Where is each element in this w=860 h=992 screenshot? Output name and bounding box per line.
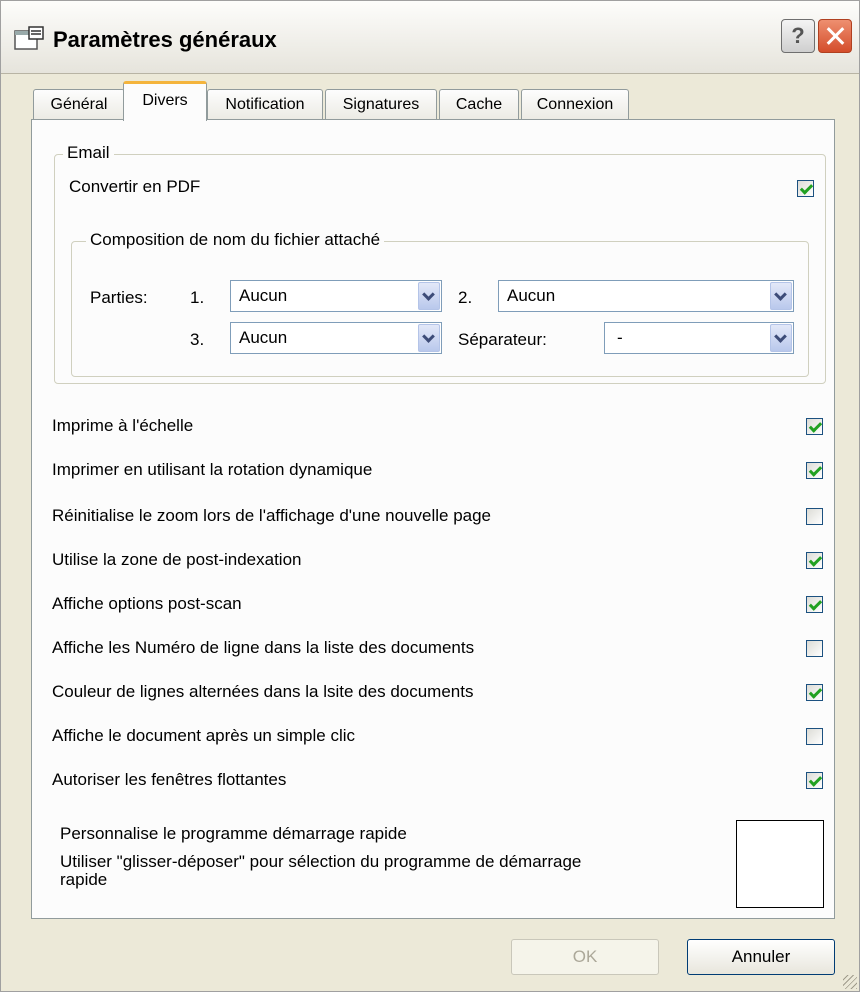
title-bar[interactable]: Paramètres généraux ?	[1, 1, 859, 74]
ok-button[interactable]: OK	[511, 939, 659, 975]
tab-general[interactable]: Général	[33, 89, 125, 119]
option-label: Affiche options post-scan	[52, 594, 242, 613]
part-2-select[interactable]: Aucun	[498, 280, 794, 312]
option-label: Utilise la zone de post-indexation	[52, 550, 302, 569]
tab-divers[interactable]: Divers	[123, 81, 207, 121]
option-label: Réinitialise le zoom lors de l'affichage…	[52, 506, 492, 525]
resize-grip[interactable]	[843, 975, 857, 989]
option-checkbox[interactable]	[806, 728, 823, 745]
option-label: Affiche les Numéro de ligne dans la list…	[52, 638, 475, 657]
chevron-down-icon[interactable]	[418, 324, 440, 352]
option-checkbox[interactable]	[806, 418, 823, 435]
option-checkbox[interactable]	[806, 684, 823, 701]
quick-launch-desc-cont: rapide	[60, 870, 108, 889]
parts-label: Parties:	[90, 288, 148, 307]
composition-groupbox: Composition de nom du fichier attaché Pa…	[71, 230, 809, 377]
help-button[interactable]: ?	[781, 19, 815, 53]
chevron-down-icon[interactable]	[770, 324, 792, 352]
quick-launch-title: Personnalise le programme démarrage rapi…	[60, 824, 407, 843]
option-label: Couleur de lignes alternées dans la lsit…	[52, 682, 474, 701]
window-title: Paramètres généraux	[53, 27, 277, 52]
quick-launch-drop-target[interactable]	[736, 820, 824, 908]
option-checkbox[interactable]	[806, 772, 823, 789]
settings-dialog: Paramètres généraux ? Général Divers Not…	[0, 0, 860, 992]
option-label: Imprimer en utilisant la rotation dynami…	[52, 460, 373, 479]
quick-launch-desc: Utiliser "glisser-déposer" pour sélectio…	[60, 852, 582, 871]
cancel-button[interactable]: Annuler	[687, 939, 835, 975]
convert-pdf-checkbox[interactable]	[797, 180, 814, 197]
option-checkbox[interactable]	[806, 508, 823, 525]
part-2-label: 2.	[458, 288, 473, 307]
composition-legend: Composition de nom du fichier attaché	[86, 230, 385, 250]
tab-cache[interactable]: Cache	[439, 89, 519, 119]
part-2-value: Aucun	[507, 286, 556, 305]
option-checkbox[interactable]	[806, 596, 823, 613]
option-label: Imprime à l'échelle	[52, 416, 194, 435]
convert-pdf-label: Convertir en PDF	[69, 177, 201, 196]
tab-connexion[interactable]: Connexion	[521, 89, 629, 119]
option-label: Affiche le document après un simple clic	[52, 726, 356, 745]
part-1-label: 1.	[190, 288, 205, 307]
chevron-down-icon[interactable]	[418, 282, 440, 310]
tab-panel-divers: Email Convertir en PDF Composition de no…	[31, 119, 835, 919]
option-label: Autoriser les fenêtres flottantes	[52, 770, 287, 789]
part-3-label: 3.	[190, 330, 205, 349]
email-groupbox: Email Convertir en PDF Composition de no…	[54, 143, 826, 384]
option-checkbox[interactable]	[806, 462, 823, 479]
tab-notification[interactable]: Notification	[207, 89, 323, 119]
tab-signatures[interactable]: Signatures	[325, 89, 437, 119]
option-checkbox[interactable]	[806, 640, 823, 657]
part-1-value: Aucun	[239, 286, 288, 305]
separator-select[interactable]: -	[604, 322, 794, 354]
separator-value: -	[617, 328, 623, 347]
chevron-down-icon[interactable]	[770, 282, 792, 310]
part-3-value: Aucun	[239, 328, 288, 347]
email-legend: Email	[63, 143, 114, 163]
option-checkbox[interactable]	[806, 552, 823, 569]
settings-window-icon	[14, 26, 44, 50]
close-button[interactable]	[818, 19, 852, 53]
part-1-select[interactable]: Aucun	[230, 280, 442, 312]
separator-label: Séparateur:	[458, 330, 547, 349]
part-3-select[interactable]: Aucun	[230, 322, 442, 354]
